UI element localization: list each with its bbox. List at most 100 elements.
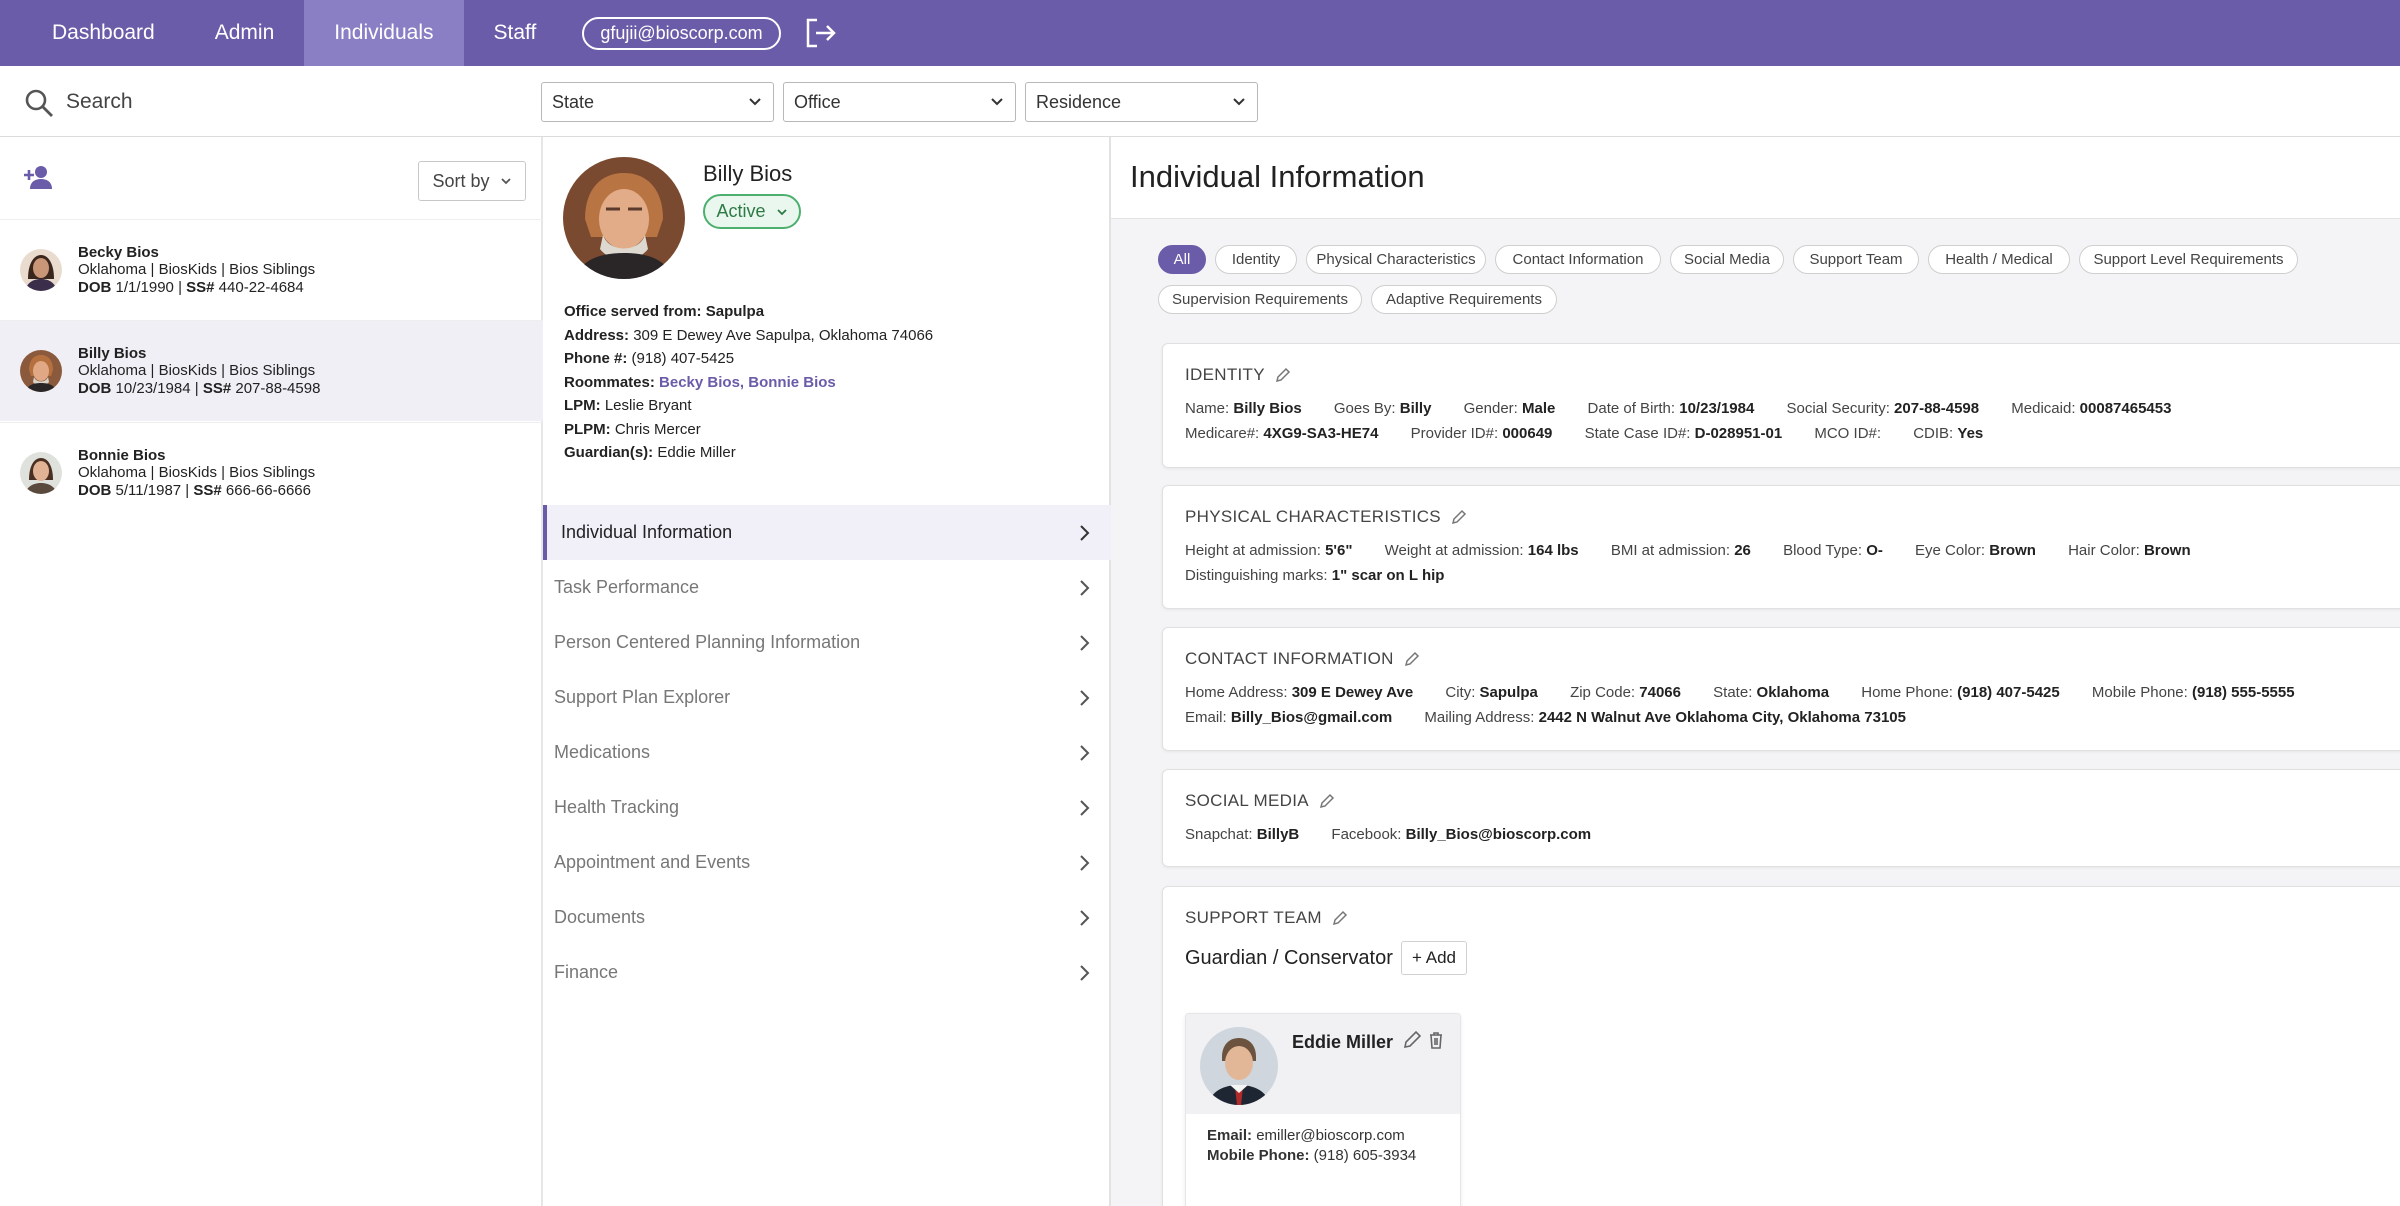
user-email-button[interactable]: gfujii@bioscorp.com [582,16,781,50]
chip-supervision-requirements[interactable]: Supervision Requirements [1158,285,1362,314]
identity-card: IDENTITY Name: Billy Bios Goes By: Billy… [1162,343,2400,468]
physical-row-2: Distinguishing marks: 1" scar on L hip [1185,567,1472,584]
phone-label: Phone #: [564,350,628,367]
person-info: Billy Bios Oklahoma | BiosKids | Bios Si… [78,345,320,398]
field-value: 74066 [1639,684,1681,701]
address-label: Address: [564,326,630,344]
logout-icon[interactable] [803,16,837,50]
person-list-item-bonnie[interactable]: Bonnie Bios Oklahoma | BiosKids | Bios S… [0,422,543,523]
phone-label: Mobile Phone: [1207,1147,1310,1164]
person-list-item-billy[interactable]: Billy Bios Oklahoma | BiosKids | Bios Si… [0,320,543,421]
menu-item-support-plan-explorer[interactable]: Support Plan Explorer [543,670,1111,725]
roommate-separator: , [739,373,745,391]
phone-value: (918) 407-5425 [631,350,735,367]
person-list-item-becky[interactable]: Becky Bios Oklahoma | BiosKids | Bios Si… [0,219,543,320]
field-bmi: BMI at admission: 26 [1611,542,1751,559]
pencil-icon[interactable] [1451,509,1467,525]
trash-icon[interactable] [1426,1030,1446,1050]
email-value: emiller@bioscorp.com [1256,1127,1405,1144]
ss-value: 666-66-6666 [225,481,311,499]
field-value: Yes [1957,425,1984,442]
nav-tab-admin[interactable]: Admin [185,0,305,66]
search-input[interactable] [66,83,506,121]
field-medicare: Medicare#: 4XG9-SA3-HE74 [1185,425,1378,442]
support-member-email: Email: emiller@bioscorp.com [1207,1127,1405,1144]
chip-all[interactable]: All [1158,245,1206,274]
field-name: Name: Billy Bios [1185,400,1302,417]
guardian-conservator-heading: Guardian / Conservator [1185,947,1393,969]
field-label: Email: [1185,709,1227,726]
social-media-card: SOCIAL MEDIA Snapchat: BillyB Facebook: … [1162,769,2400,867]
menu-item-health-tracking[interactable]: Health Tracking [543,780,1111,835]
pencil-icon[interactable] [1404,651,1420,667]
profile-name: Billy Bios [703,161,793,186]
residence-filter-select[interactable]: Residence [1025,82,1258,122]
contact-row-2: Email: Billy_Bios@gmail.com Mailing Addr… [1185,709,1934,726]
menu-item-appointment-and-events[interactable]: Appointment and Events [543,835,1111,890]
chip-identity[interactable]: Identity [1215,245,1297,274]
menu-item-documents[interactable]: Documents [543,890,1111,945]
chip-adaptive-requirements[interactable]: Adaptive Requirements [1371,285,1557,314]
dob-label: DOB [78,379,112,397]
avatar [20,452,62,494]
chevron-down-icon [1231,94,1247,110]
menu-item-person-centered-planning[interactable]: Person Centered Planning Information [543,615,1111,670]
field-state-case-id: State Case ID#: D-028951-01 [1585,425,1783,442]
field-label: Blood Type: [1783,542,1863,559]
field-provider-id: Provider ID#: 000649 [1411,425,1553,442]
plpm-value: Chris Mercer [614,420,701,438]
chip-support-level-requirements[interactable]: Support Level Requirements [2079,245,2298,274]
chip-physical-characteristics[interactable]: Physical Characteristics [1306,245,1486,274]
support-member-name: Eddie Miller [1292,1032,1394,1052]
sort-by-button[interactable]: Sort by [418,161,526,201]
roommate-link-bonnie[interactable]: Bonnie Bios [748,374,836,391]
roommate-link-becky[interactable]: Becky Bios [659,374,740,391]
field-gender: Gender: Male [1464,400,1556,417]
field-label: State Case ID#: [1584,425,1691,442]
menu-item-label: Task Performance [554,577,700,597]
social-row-1: Snapchat: BillyB Facebook: Billy_Bios@bi… [1185,826,1619,843]
menu-item-individual-information[interactable]: Individual Information [543,505,1111,560]
chip-contact-information[interactable]: Contact Information [1495,245,1661,274]
address-value: 309 E Dewey Ave Sapulpa, Oklahoma 74066 [633,326,934,344]
physical-characteristics-card: PHYSICAL CHARACTERISTICS Height at admis… [1162,485,2400,609]
field-label: BMI at admission: [1610,542,1731,559]
field-value: 2442 N Walnut Ave Oklahoma City, Oklahom… [1538,709,1906,726]
chip-social-media[interactable]: Social Media [1670,245,1784,274]
menu-item-finance[interactable]: Finance [543,945,1111,1000]
person-name: Becky Bios [78,243,159,261]
phone-value: (918) 605-3934 [1313,1147,1417,1164]
pencil-icon[interactable] [1402,1030,1422,1050]
profile-details: Office served from: Sapulpa Address: 309… [564,300,933,465]
field-value: D-028951-01 [1694,425,1783,442]
menu-item-medications[interactable]: Medications [543,725,1111,780]
ss-label: SS# [186,278,215,296]
field-date-of-birth: Date of Birth: 10/23/1984 [1588,400,1755,417]
person-name: Billy Bios [78,344,147,362]
field-value: 26 [1734,542,1751,559]
chip-health-medical[interactable]: Health / Medical [1928,245,2070,274]
pencil-icon[interactable] [1319,793,1335,809]
add-support-member-button[interactable]: + Add [1401,941,1467,975]
pencil-icon[interactable] [1332,910,1348,926]
pencil-icon[interactable] [1275,367,1291,383]
nav-tab-staff[interactable]: Staff [464,0,567,66]
chevron-right-icon [1077,798,1091,818]
field-mco-id: MCO ID#: [1814,425,1885,442]
add-person-icon[interactable] [22,164,54,190]
plpm-label: PLPM: [564,420,611,438]
chevron-right-icon [1077,633,1091,653]
physical-row-1: Height at admission: 5'6" Weight at admi… [1185,542,2219,559]
office-filter-label: Office [794,91,841,112]
state-filter-select[interactable]: State [541,82,774,122]
status-dropdown[interactable]: Active [703,194,801,229]
office-row: Office served from: Sapulpa [564,300,933,324]
field-value: Billy_Bios@bioscorp.com [1405,826,1592,843]
nav-tab-individuals[interactable]: Individuals [304,0,464,66]
menu-item-task-performance[interactable]: Task Performance [543,560,1111,615]
field-label: Gender: [1463,400,1518,417]
field-facebook: Facebook: Billy_Bios@bioscorp.com [1331,826,1591,843]
chip-support-team[interactable]: Support Team [1793,245,1919,274]
nav-tab-dashboard[interactable]: Dashboard [0,0,185,66]
office-filter-select[interactable]: Office [783,82,1016,122]
